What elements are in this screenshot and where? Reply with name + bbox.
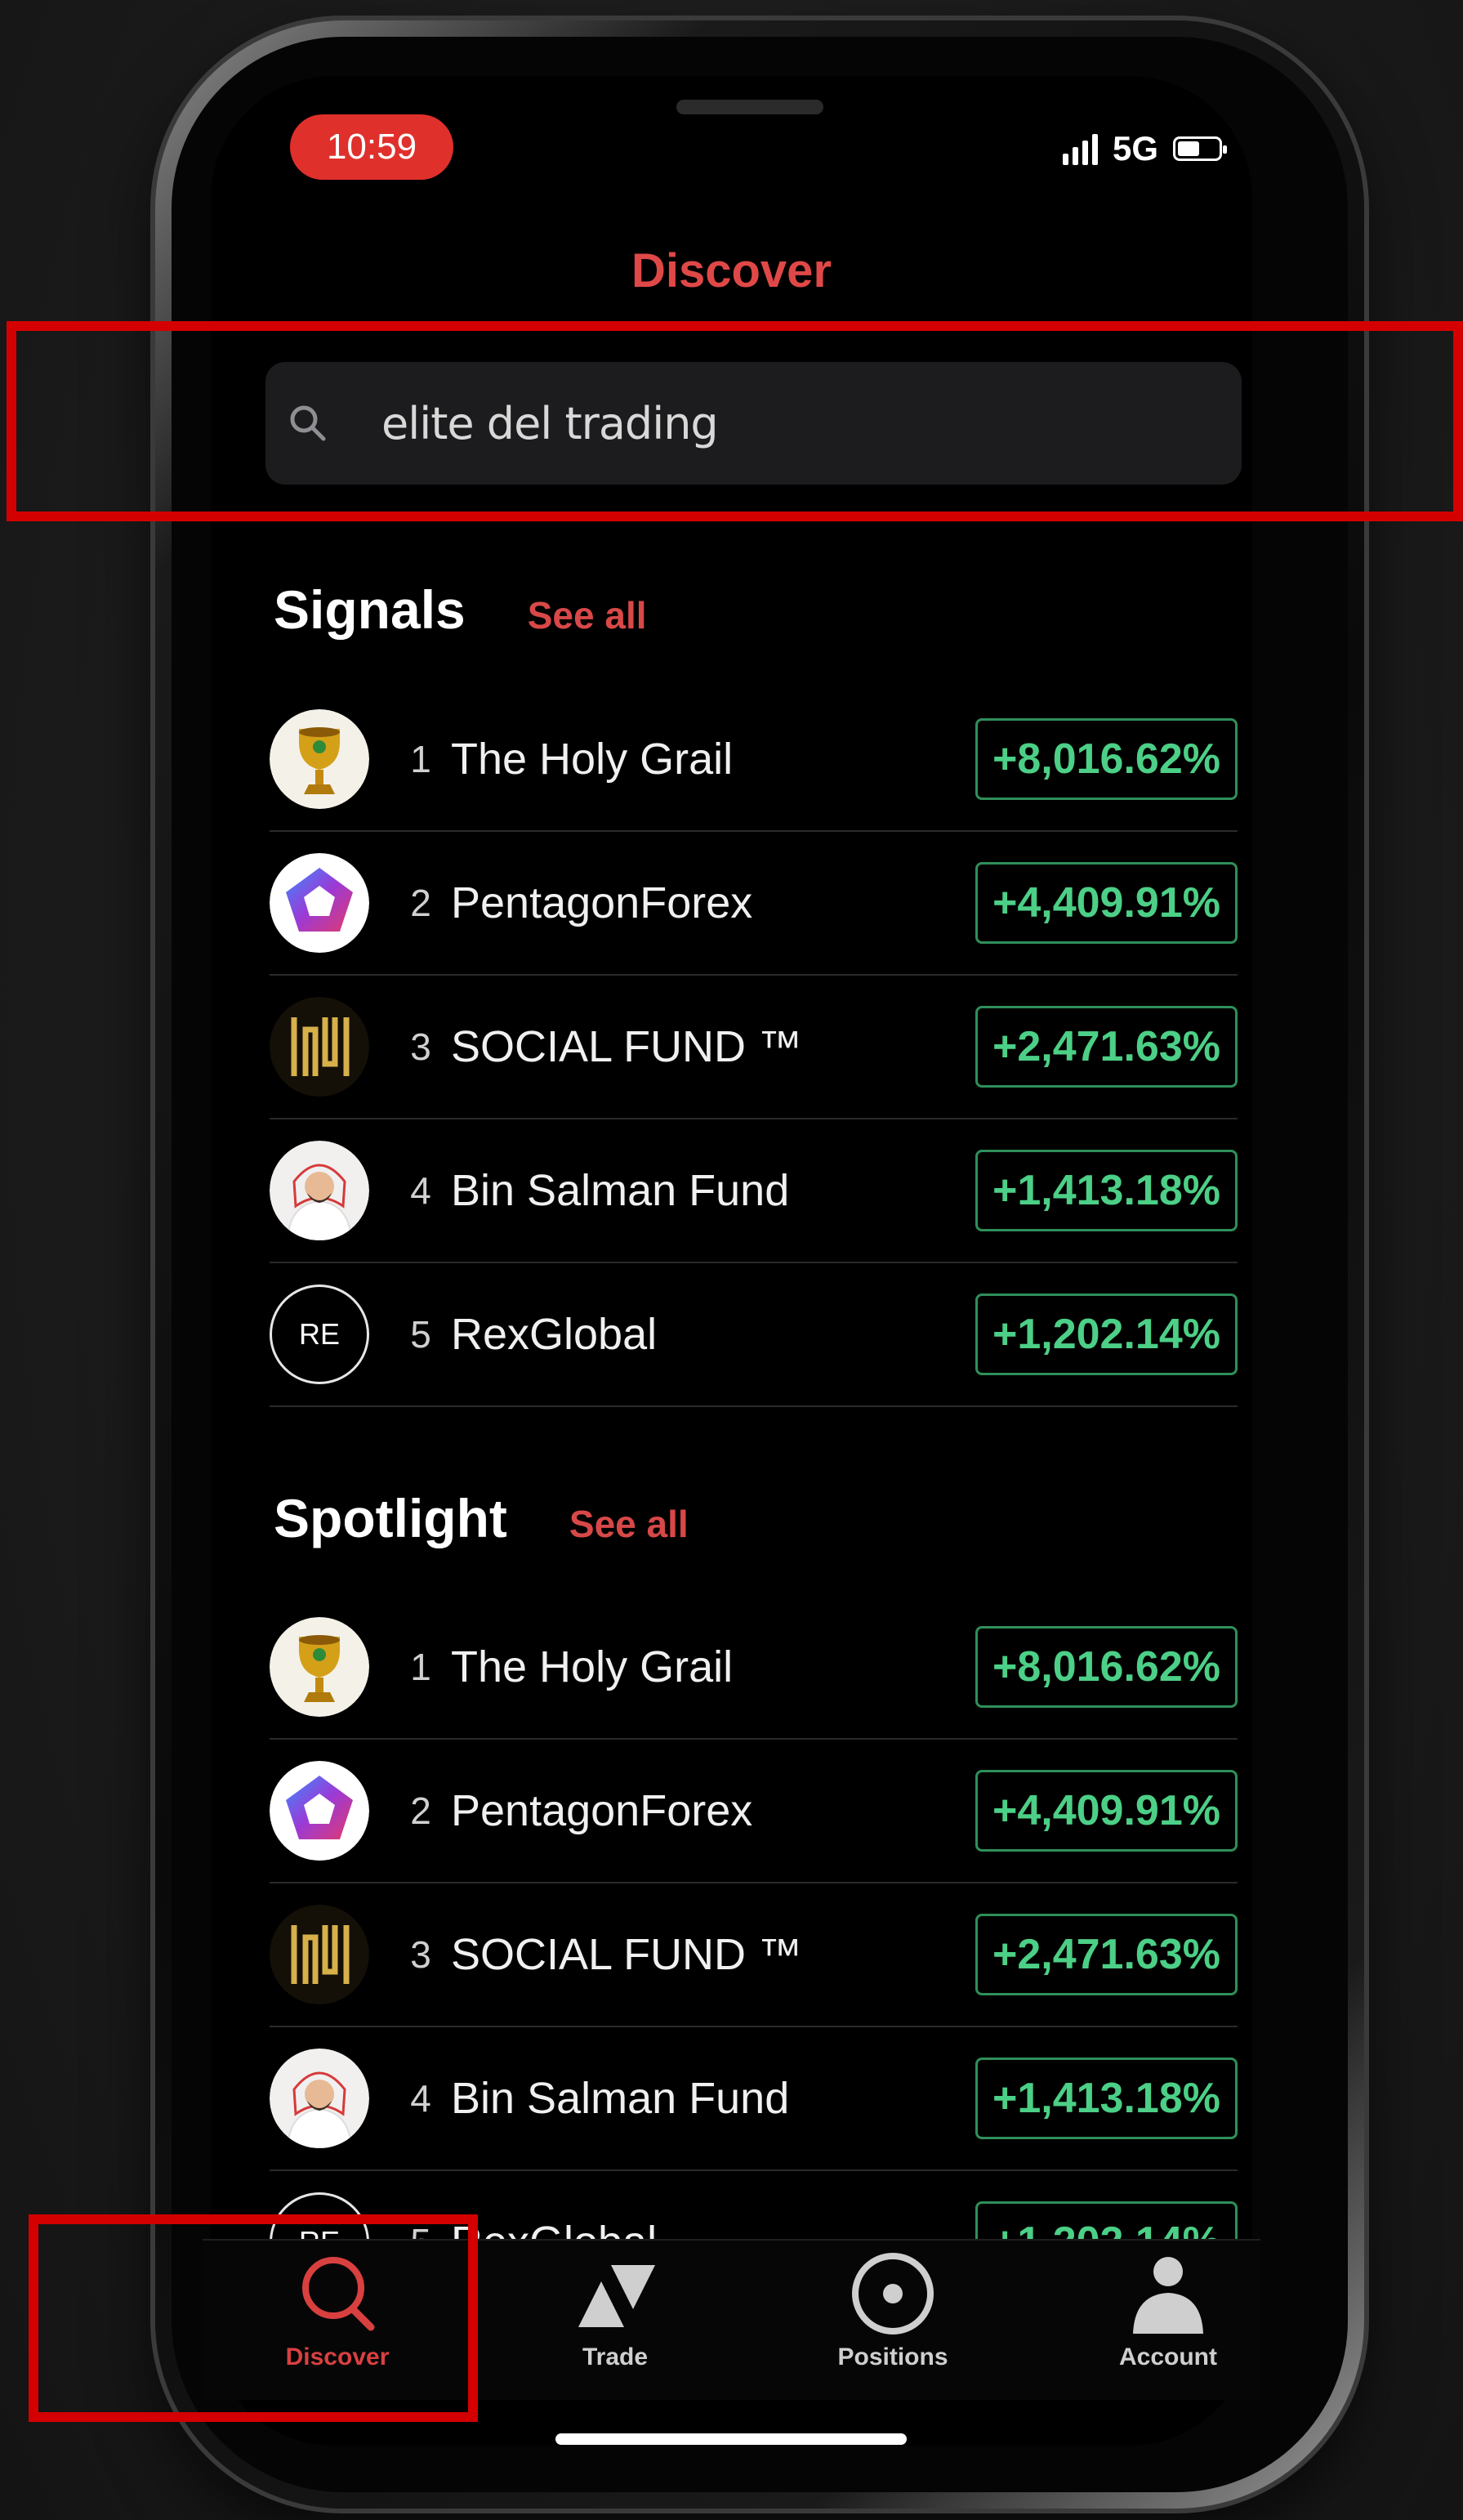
gain-badge: +2,471.63% xyxy=(975,1914,1238,1995)
dynamic-island xyxy=(676,100,823,114)
signal-name: SOCIAL FUND ™ xyxy=(451,1022,803,1071)
spotlight-list: 1 The Holy Grail +8,016.62% 2 PentagonFo… xyxy=(270,1596,1238,2239)
battery-icon xyxy=(1173,136,1227,161)
rank-number: 2 xyxy=(410,882,431,924)
pentagon-logo xyxy=(270,1761,369,1861)
list-item[interactable]: 2 PentagonForex +4,409.91% xyxy=(270,1740,1238,1883)
rank-number: 5 xyxy=(392,2220,449,2239)
gold-maze-logo xyxy=(270,997,369,1097)
person-avatar xyxy=(270,1141,369,1240)
rank-number: 4 xyxy=(410,2077,431,2120)
list-item[interactable]: 3 SOCIAL FUND ™ +2,471.63% xyxy=(270,1883,1238,2027)
search-icon xyxy=(286,401,343,445)
rexglobal-avatar: RE xyxy=(270,1285,369,1384)
target-icon xyxy=(852,2253,934,2335)
rank-number: 1 xyxy=(410,738,431,780)
signal-name: SOCIAL FUND ™ xyxy=(451,1930,803,1979)
trade-triangles-icon xyxy=(578,2265,655,2327)
rexglobal-avatar: RE xyxy=(270,2192,369,2239)
gain-badge: +1,202.14% xyxy=(975,1294,1238,1375)
tab-label: Account xyxy=(1119,2344,1217,2370)
gain-badge: +4,409.91% xyxy=(975,1770,1238,1852)
person-avatar xyxy=(270,2049,369,2148)
tab-label: Discover xyxy=(285,2344,390,2370)
list-item[interactable]: 2 PentagonForex +4,409.91% xyxy=(270,832,1238,976)
rank-number: 2 xyxy=(410,1789,431,1832)
signals-title: Signals xyxy=(274,579,466,640)
spotlight-title: Spotlight xyxy=(274,1488,507,1548)
status-time: 10:59 xyxy=(290,114,453,180)
tab-positions[interactable]: Positions xyxy=(811,2249,975,2371)
list-item[interactable]: 4 Bin Salman Fund +1,413.18% xyxy=(270,1119,1238,1263)
gain-badge: +4,409.91% xyxy=(975,862,1238,944)
signals-list: 1 The Holy Grail +8,016.62% 2 PentagonFo… xyxy=(270,688,1238,1407)
signal-name: Bin Salman Fund xyxy=(451,1166,790,1215)
gold-maze-logo xyxy=(270,1905,369,2004)
screen-content: 10:59 5G Discover Signals See all 1 The … xyxy=(0,0,1463,2239)
gain-badge: +1,413.18% xyxy=(975,2058,1238,2139)
search-bar[interactable] xyxy=(265,362,1242,485)
search-icon xyxy=(302,2257,375,2331)
rank-number: 5 xyxy=(410,1313,431,1356)
gain-badge: +8,016.62% xyxy=(975,718,1238,800)
list-item[interactable]: 1 The Holy Grail +8,016.62% xyxy=(270,1596,1238,1740)
trophy-icon xyxy=(270,1617,369,1717)
trophy-icon xyxy=(270,709,369,809)
bottom-tab-bar: Discover Trade Positions Account xyxy=(203,2239,1260,2400)
signal-name: Bin Salman Fund xyxy=(451,2074,790,2123)
gain-badge: +2,471.63% xyxy=(975,1006,1238,1088)
signal-name: RexGlobal xyxy=(451,2217,975,2239)
signal-name: The Holy Grail xyxy=(451,1642,734,1691)
rank-number: 4 xyxy=(410,1169,431,1212)
tab-label: Positions xyxy=(837,2344,948,2370)
user-icon xyxy=(1133,2257,1203,2334)
tab-label: Trade xyxy=(582,2344,649,2370)
signal-name: PentagonForex xyxy=(451,878,753,927)
tab-trade[interactable]: Trade xyxy=(533,2249,697,2371)
list-item[interactable]: 3 SOCIAL FUND ™ +2,471.63% xyxy=(270,976,1238,1119)
search-input[interactable] xyxy=(380,396,1118,450)
status-indicators: 5G xyxy=(1062,128,1227,169)
gain-badge: +1,413.18% xyxy=(975,1150,1238,1231)
gain-badge: +1,202.14% xyxy=(975,2201,1238,2239)
list-item[interactable]: RE 5 RexGlobal +1,202.14% xyxy=(270,1263,1238,1407)
network-type: 5G xyxy=(1112,129,1158,168)
list-item[interactable]: RE 5 RexGlobal +1,202.14% xyxy=(270,2171,1238,2239)
rank-number: 3 xyxy=(410,1933,431,1976)
signal-name: PentagonForex xyxy=(451,1786,753,1835)
spotlight-header: Spotlight See all xyxy=(274,1487,689,1549)
home-indicator[interactable] xyxy=(555,2433,907,2445)
cellular-signal-icon xyxy=(1062,132,1098,165)
signals-header: Signals See all xyxy=(274,579,647,641)
pentagon-logo xyxy=(270,853,369,953)
tab-account[interactable]: Account xyxy=(1086,2249,1250,2371)
spotlight-see-all-link[interactable]: See all xyxy=(569,1502,689,1546)
signals-see-all-link[interactable]: See all xyxy=(528,593,647,637)
page-title: Discover xyxy=(631,244,832,297)
tab-discover[interactable]: Discover xyxy=(256,2249,419,2371)
list-item[interactable]: 1 The Holy Grail +8,016.62% xyxy=(270,688,1238,832)
list-item[interactable]: 4 Bin Salman Fund +1,413.18% xyxy=(270,2027,1238,2171)
signal-name: RexGlobal xyxy=(451,1310,658,1359)
rank-number: 1 xyxy=(410,1646,431,1688)
gain-badge: +8,016.62% xyxy=(975,1626,1238,1708)
signal-name: The Holy Grail xyxy=(451,735,734,784)
rank-number: 3 xyxy=(410,1025,431,1068)
